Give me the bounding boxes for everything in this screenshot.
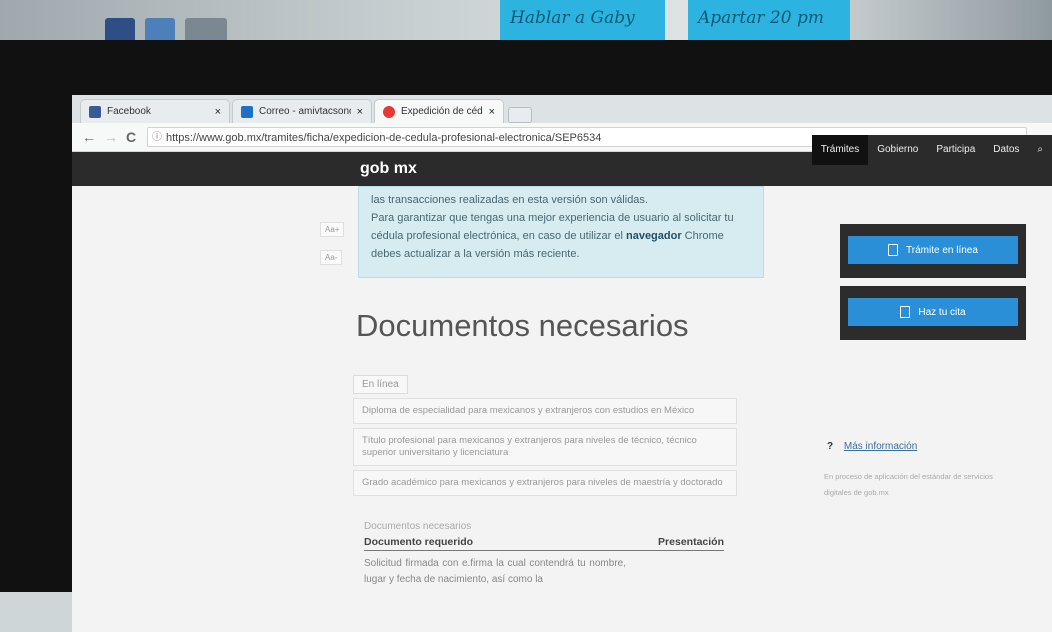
online-procedure-panel: Trámite en línea	[840, 224, 1026, 278]
button-label: Haz tu cita	[918, 306, 966, 318]
url-text: https://www.gob.mx/tramites/ficha/expedi…	[166, 132, 602, 144]
appointment-panel: Haz tu cita	[840, 286, 1026, 340]
more-info-link[interactable]: Más información	[844, 441, 917, 452]
font-increase-button[interactable]: Aa+	[320, 222, 345, 237]
close-icon[interactable]: ×	[215, 106, 221, 118]
online-procedure-button[interactable]: Trámite en línea	[848, 236, 1018, 264]
browser-window: Facebook × Correo - amivtacsonora@ × Exp…	[72, 95, 1052, 632]
nav-tramites[interactable]: Trámites	[811, 135, 869, 165]
tab-title: Expedición de cédula pro	[401, 106, 483, 117]
new-tab-button[interactable]	[508, 107, 532, 123]
documents-list: En línea Diploma de especialidad para me…	[353, 374, 737, 496]
document-item[interactable]: Grado académico para mexicanos y extranj…	[353, 470, 737, 496]
more-info: ? Más información	[827, 441, 917, 452]
gobmx-logo[interactable]: gob mx	[360, 160, 417, 178]
info-icon[interactable]: ⓘ	[152, 128, 162, 146]
question-icon: ?	[827, 441, 834, 452]
online-chip[interactable]: En línea	[353, 375, 408, 394]
clipboard-icon	[900, 306, 911, 318]
page-content: las transacciones realizadas en esta ver…	[72, 186, 1052, 632]
nav-gobierno[interactable]: Gobierno	[868, 135, 927, 165]
document-icon	[888, 244, 899, 256]
table-col-presentation: Presentación	[658, 536, 724, 548]
page-title: Documentos necesarios	[356, 308, 689, 343]
button-label: Trámite en línea	[906, 244, 978, 256]
tab-strip: Facebook × Correo - amivtacsonora@ × Exp…	[72, 95, 1052, 123]
tab-mail[interactable]: Correo - amivtacsonora@ ×	[232, 99, 372, 123]
table-row: Solicitud firmada con e.firma la cual co…	[364, 558, 626, 585]
back-arrow-icon[interactable]: ←	[82, 129, 96, 145]
tab-facebook[interactable]: Facebook ×	[80, 99, 230, 123]
font-decrease-button[interactable]: Aa-	[320, 250, 343, 265]
table-header: Documento requerido Presentación	[364, 536, 724, 551]
site-nav: Trámites Gobierno Participa Datos ⌕	[811, 135, 1052, 165]
reload-icon[interactable]: C	[126, 129, 136, 145]
document-item[interactable]: Título profesional para mexicanos y extr…	[353, 428, 737, 466]
recording-dot-icon	[383, 105, 395, 118]
facebook-icon	[89, 105, 101, 118]
tab-title: Correo - amivtacsonora@	[259, 106, 351, 117]
tab-title: Facebook	[107, 106, 151, 117]
browser-notice: las transacciones realizadas en esta ver…	[358, 186, 764, 278]
tab-cedula[interactable]: Expedición de cédula pro ×	[374, 99, 504, 123]
search-icon[interactable]: ⌕	[1028, 135, 1052, 165]
appointment-button[interactable]: Haz tu cita	[848, 298, 1018, 326]
nav-datos[interactable]: Datos	[984, 135, 1028, 165]
forward-arrow-icon[interactable]: →	[104, 129, 118, 145]
nav-participa[interactable]: Participa	[927, 135, 984, 165]
notice-bold: navegador	[625, 230, 682, 242]
notice-line-1: las transacciones realizadas en esta ver…	[371, 194, 648, 206]
standard-footnote: En proceso de aplicación del estándar de…	[824, 472, 993, 497]
table-title: Documentos necesarios	[364, 521, 472, 532]
document-item[interactable]: Diploma de especialidad para mexicanos y…	[353, 398, 737, 424]
close-icon[interactable]: ×	[489, 106, 495, 118]
notice-line-2: Para garantizar que tengas una mejor exp…	[371, 209, 751, 263]
close-icon[interactable]: ×	[357, 106, 363, 118]
monitor: Facebook × Correo - amivtacsonora@ × Exp…	[0, 40, 1052, 632]
table-col-document: Documento requerido	[364, 536, 474, 548]
outlook-icon	[241, 105, 253, 118]
